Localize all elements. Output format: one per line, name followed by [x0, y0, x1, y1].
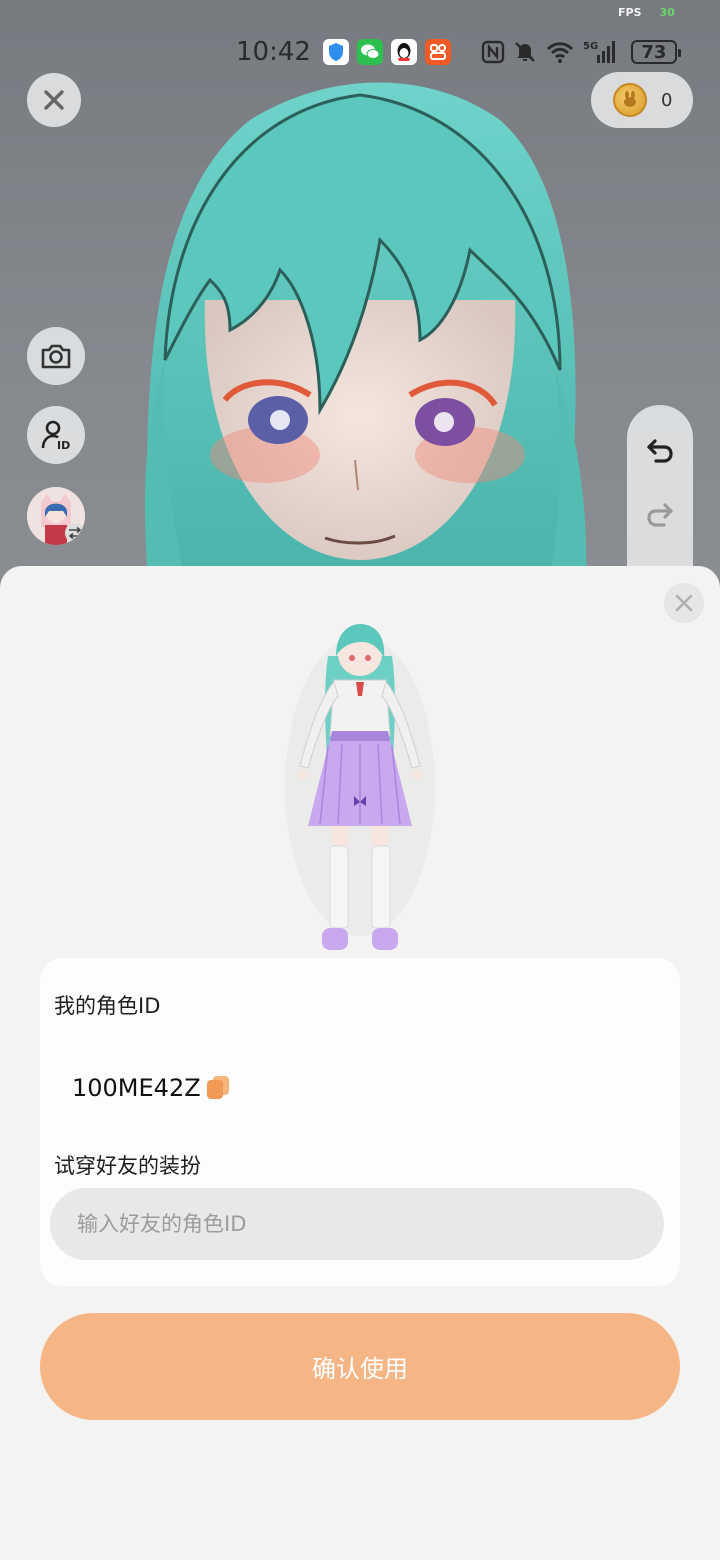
battery-indicator: 73 [630, 40, 681, 64]
shield-app-icon [322, 39, 349, 65]
confirm-use-button[interactable]: 确认使用 [40, 1313, 680, 1420]
close-button[interactable] [27, 73, 81, 127]
coin-balance[interactable]: 0 [591, 72, 693, 128]
app-store-icon [424, 39, 451, 65]
friend-id-input[interactable] [50, 1188, 664, 1260]
fps-counter: FPS 30 [618, 6, 675, 19]
coin-icon [613, 83, 647, 117]
switch-character-button[interactable] [27, 487, 85, 545]
mute-icon [513, 40, 537, 64]
swap-icon [65, 523, 85, 543]
my-id-value: 100ME42Z [72, 1074, 201, 1102]
svg-text:ID: ID [57, 439, 70, 452]
camera-button[interactable] [27, 327, 85, 385]
character-id-card: 我的角色ID 100ME42Z 试穿好友的装扮 [40, 958, 680, 1286]
close-icon [675, 594, 693, 612]
character-id-sheet: 我的角色ID 100ME42Z 试穿好友的装扮 确认使用 [0, 566, 720, 1560]
svg-text:5G: 5G [583, 41, 598, 52]
signal-5g-icon: 5G [583, 39, 617, 65]
coin-count: 0 [661, 89, 673, 111]
status-bar: 10:42 5G 73 [236, 34, 681, 70]
wechat-icon [356, 39, 383, 65]
close-icon [44, 90, 64, 110]
try-friend-outfit-label: 试穿好友的装扮 [54, 1154, 201, 1178]
character-id-button[interactable]: ID [27, 406, 85, 464]
sheet-close-button[interactable] [664, 583, 704, 623]
nfc-icon [481, 40, 505, 64]
undo-icon [647, 439, 673, 463]
user-id-icon: ID [41, 420, 70, 452]
undo-button[interactable] [644, 435, 676, 467]
copy-icon[interactable] [206, 1076, 231, 1100]
wifi-icon [545, 40, 575, 64]
qq-icon [390, 39, 417, 65]
redo-icon [647, 503, 673, 527]
my-id-label: 我的角色ID [54, 994, 161, 1018]
redo-button[interactable] [644, 499, 676, 531]
camera-icon [41, 344, 71, 369]
character-full-body-preview [285, 624, 435, 950]
my-id-row: 100ME42Z [72, 1074, 231, 1102]
status-time: 10:42 [236, 37, 311, 67]
